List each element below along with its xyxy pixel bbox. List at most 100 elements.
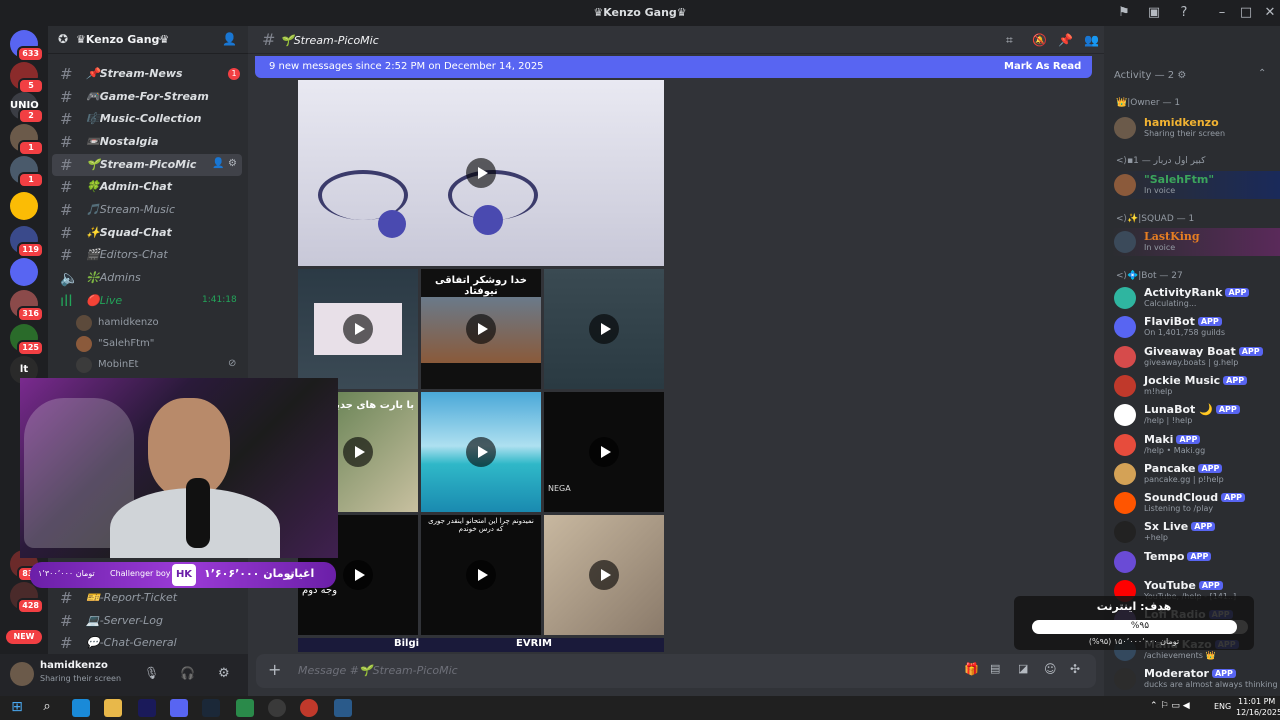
- channel-game-for-stream[interactable]: # 🎮Game-For-Stream: [52, 86, 242, 108]
- chrome-server-icon[interactable]: [10, 192, 38, 220]
- minimize-icon[interactable]: –: [1214, 5, 1230, 21]
- server-icon[interactable]: 125: [10, 324, 44, 356]
- apps-icon[interactable]: ✣: [1070, 662, 1080, 676]
- channel-report-ticket[interactable]: # 🎫-Report-Ticket: [52, 587, 242, 609]
- server-icon[interactable]: 119: [10, 226, 44, 258]
- play-icon[interactable]: [343, 314, 373, 344]
- app-icon[interactable]: [236, 699, 254, 717]
- emoji-icon[interactable]: ☺: [1044, 662, 1057, 676]
- video-attachment[interactable]: NEGA: [544, 392, 664, 512]
- server-icon[interactable]: UNIQ 2: [10, 92, 44, 124]
- tray-icons[interactable]: ⌃ ⚐ ▭ ◀: [1150, 701, 1190, 711]
- inbox-icon[interactable]: ⚑: [1116, 5, 1132, 21]
- play-icon[interactable]: [466, 560, 496, 590]
- member-item[interactable]: "SalehFtm" In voice: [1112, 171, 1280, 199]
- channel-stream-music[interactable]: # 🎵Stream-Music: [52, 199, 242, 221]
- video-attachment[interactable]: [544, 515, 664, 635]
- video-attachment[interactable]: [298, 269, 418, 389]
- bot-member-item[interactable]: LunaBot 🌙 APP/help | !help: [1112, 401, 1280, 429]
- bot-member-item[interactable]: FlaviBot APP On 1,401,758 guilds: [1112, 313, 1280, 341]
- member-item[interactable]: hamidkenzo Sharing their screen: [1112, 114, 1280, 142]
- clock-time[interactable]: 11:01 PM: [1238, 697, 1275, 706]
- channel-squad-chat[interactable]: # ✨Squad-Chat: [52, 222, 242, 244]
- invite-icon[interactable]: 👤: [212, 158, 224, 169]
- channel-stream-picomic[interactable]: # 🌱Stream-PicoMic 👤 ⚙: [52, 154, 242, 176]
- gear-icon[interactable]: ⚙: [228, 158, 237, 169]
- gift-icon[interactable]: 🎁: [964, 662, 979, 676]
- play-icon[interactable]: [466, 437, 496, 467]
- chevron-up-icon[interactable]: ⌃: [1258, 68, 1266, 79]
- video-attachment[interactable]: [544, 269, 664, 389]
- notifications-off-icon[interactable]: 🔕: [1032, 33, 1047, 47]
- channel-admin-chat[interactable]: # 🍀Admin-Chat: [52, 176, 242, 198]
- play-icon[interactable]: [589, 437, 619, 467]
- start-icon[interactable]: ⊞: [8, 699, 26, 717]
- direct-messages-icon[interactable]: 633: [10, 30, 44, 62]
- server-icon[interactable]: 316: [10, 290, 44, 322]
- pin-icon[interactable]: 📌: [1058, 33, 1073, 47]
- channel-chat-general[interactable]: # 💬-Chat-General: [52, 632, 242, 654]
- play-icon[interactable]: [343, 437, 373, 467]
- video-attachment[interactable]: خدا روشکر اتفاقی نیوفتاد: [421, 269, 541, 389]
- language-indicator[interactable]: ENG: [1214, 702, 1231, 711]
- gear-icon[interactable]: ⚙: [218, 666, 230, 681]
- close-icon[interactable]: ✕: [1262, 5, 1278, 21]
- video-attachment[interactable]: [421, 392, 541, 512]
- app-icon[interactable]: [268, 699, 286, 717]
- channel-nostalgia[interactable]: # 📼Nostalgia: [52, 131, 242, 153]
- play-icon[interactable]: [466, 314, 496, 344]
- server-icon[interactable]: 1: [10, 124, 44, 156]
- clock-date[interactable]: 12/16/2025: [1236, 708, 1280, 717]
- video-attachment[interactable]: نمیدونم چرا این امتحانو اینقدر جوری که د…: [421, 515, 541, 635]
- avatar[interactable]: [10, 662, 34, 686]
- play-icon[interactable]: [589, 314, 619, 344]
- voice-channel-admins[interactable]: 🔈 ❇️Admins: [52, 267, 242, 289]
- message-input[interactable]: Message #🌱Stream-PicoMic: [298, 664, 458, 677]
- guild-header[interactable]: ✪ ♛Kenzo Gang♛ ⌄ 👤: [48, 26, 248, 54]
- channel-server-log[interactable]: # 💻-Server-Log: [52, 610, 242, 632]
- members-icon[interactable]: 👥: [1084, 33, 1099, 47]
- voice-channel-live[interactable]: ıll 🔴Live 1:41:18: [52, 290, 242, 312]
- bot-member-item[interactable]: SoundCloud APP Listening to /play: [1112, 489, 1280, 517]
- edge-icon[interactable]: [72, 699, 90, 717]
- channel-stream-news[interactable]: # 📌Stream-News 1: [52, 63, 242, 85]
- video-attachment[interactable]: Bilgi EVRIM: [298, 638, 664, 652]
- bot-member-item[interactable]: Jockie Music APP m!help: [1112, 372, 1280, 400]
- bot-member-item[interactable]: Moderator APP ducks are almost always thin…: [1112, 665, 1280, 693]
- app-icon[interactable]: [334, 699, 352, 717]
- new-messages-bar[interactable]: 9 new messages since 2:52 PM on December…: [255, 56, 1092, 78]
- bot-member-item[interactable]: ActivityRank APP Calculating...: [1112, 284, 1280, 312]
- bot-member-item[interactable]: Giveaway Boat APP giveaway.boats | g.help: [1112, 343, 1280, 371]
- mark-as-read-button[interactable]: Mark As Read: [1004, 61, 1081, 72]
- voice-user[interactable]: "SalehFtm": [76, 334, 236, 354]
- discord-icon[interactable]: [170, 699, 188, 717]
- file-explorer-icon[interactable]: [104, 699, 122, 717]
- invite-icon[interactable]: 👤: [222, 32, 237, 46]
- premiere-icon[interactable]: [138, 699, 156, 717]
- bot-member-item[interactable]: Maki APP/help • Maki.gg: [1112, 431, 1280, 459]
- sticker-icon[interactable]: ◪: [1018, 662, 1028, 675]
- channel-music-collection[interactable]: # 🎼Music-Collection: [52, 108, 242, 130]
- activity-header[interactable]: Activity — 2 ⚙: [1114, 70, 1186, 81]
- bot-member-item[interactable]: Sx Live APP +help: [1112, 518, 1280, 546]
- voice-user[interactable]: MobinEt ⊘: [76, 355, 236, 375]
- app-icon[interactable]: [300, 699, 318, 717]
- help-icon[interactable]: ?: [1176, 5, 1192, 21]
- folder-icon[interactable]: [10, 258, 38, 286]
- microphone-icon[interactable]: 🎙: [144, 666, 159, 680]
- search-icon[interactable]: ⌕: [38, 699, 56, 717]
- play-icon[interactable]: [589, 560, 619, 590]
- maximize-icon[interactable]: □: [1238, 5, 1254, 21]
- steam-icon[interactable]: [202, 699, 220, 717]
- new-badge[interactable]: NEW: [6, 630, 42, 644]
- video-attachment[interactable]: [298, 80, 664, 266]
- screen-share-icon[interactable]: ▣: [1146, 5, 1162, 21]
- server-icon[interactable]: 5: [10, 62, 44, 94]
- server-icon[interactable]: 1: [10, 156, 44, 188]
- bot-member-item[interactable]: Tempo APP: [1112, 548, 1280, 576]
- voice-user[interactable]: hamidkenzo: [76, 313, 236, 333]
- add-attachment-icon[interactable]: +: [268, 660, 281, 679]
- gif-icon[interactable]: ▤: [990, 662, 1000, 675]
- channel-editors-chat[interactable]: # 🎬Editors-Chat: [52, 244, 242, 266]
- play-icon[interactable]: [466, 158, 496, 188]
